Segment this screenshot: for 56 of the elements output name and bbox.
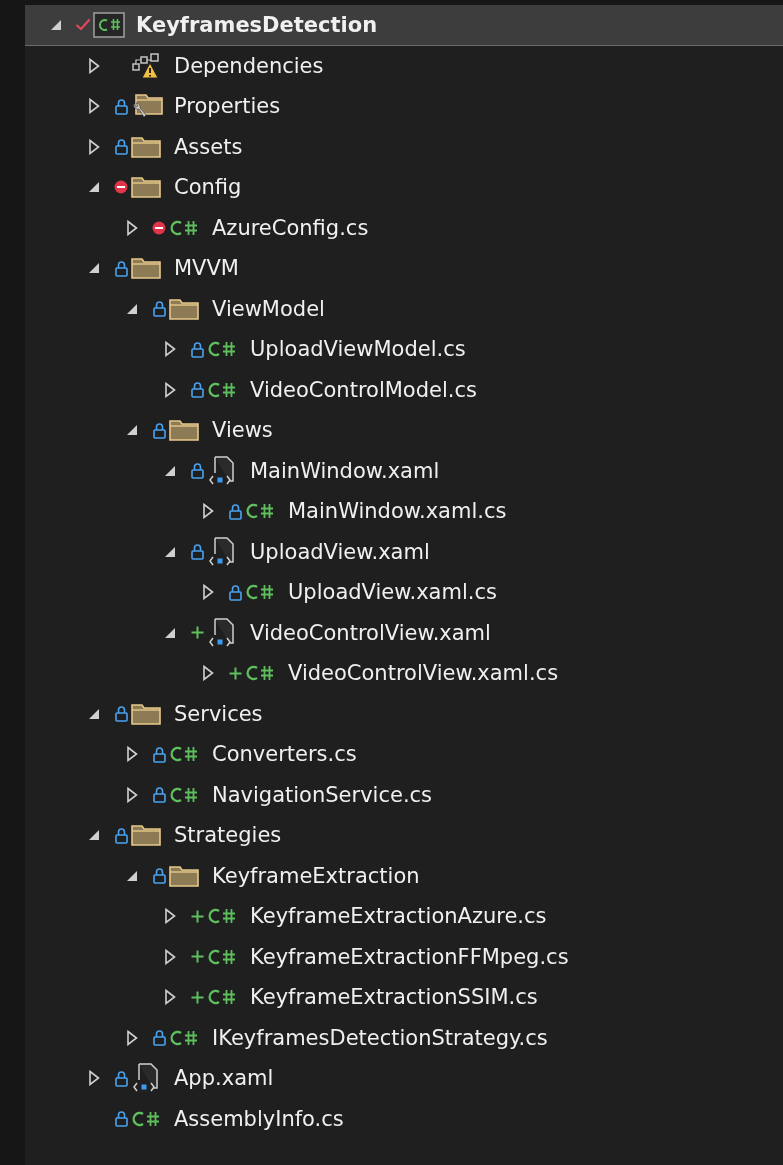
expanded-arrow-icon[interactable] [126,869,138,882]
tree-item-label[interactable]: Config [174,175,242,200]
tree-item-label[interactable]: KeyframeExtractionSSIM.cs [250,985,538,1010]
collapsed-arrow-icon[interactable] [202,503,214,520]
tree-item-label[interactable]: Assets [174,134,243,159]
tree-item-label[interactable]: MainWindow.xaml.cs [288,499,507,524]
collapsed-arrow-icon[interactable] [202,665,214,682]
tree-item-label[interactable]: Services [174,701,263,726]
tree-item-label[interactable]: MainWindow.xaml [250,458,440,483]
collapsed-arrow-icon[interactable] [164,381,176,398]
tree-item-label[interactable]: NavigationService.cs [212,782,433,807]
collapsed-arrow-icon[interactable] [164,341,176,358]
tree-item-label[interactable]: Converters.cs [212,742,357,767]
tree-item-label[interactable]: ViewModel [212,296,325,321]
tree-item-label[interactable]: Properties [174,94,281,119]
tree-item-label[interactable]: KeyframesDetection [136,12,378,37]
collapsed-arrow-icon[interactable] [88,138,100,155]
collapsed-arrow-icon[interactable] [88,98,100,115]
selected-tree-row[interactable]: KeyframesDetection [25,5,783,46]
tree-item-label[interactable]: MVVM [174,256,239,281]
tree-item-label[interactable]: KeyframeExtraction [212,863,420,888]
expanded-arrow-icon[interactable] [164,545,176,558]
collapsed-arrow-icon[interactable] [126,1029,138,1046]
tree-item-label[interactable]: Strategies [174,823,282,848]
expanded-arrow-icon[interactable] [88,829,100,842]
tree-item-label[interactable]: KeyframeExtractionFFMpeg.cs [250,944,569,969]
tree-item-label[interactable]: VideoControlView.xaml.cs [288,661,559,686]
expanded-arrow-icon[interactable] [88,262,100,275]
tree-item-label[interactable]: UploadView.xaml [250,539,430,564]
collapsed-arrow-icon[interactable] [88,1070,100,1087]
expanded-arrow-icon[interactable] [164,626,176,639]
expanded-arrow-icon[interactable] [126,302,138,315]
collapsed-arrow-icon[interactable] [164,908,176,925]
collapsed-arrow-icon[interactable] [164,989,176,1006]
tree-item-label[interactable]: AzureConfig.cs [212,215,369,240]
collapsed-arrow-icon[interactable] [164,948,176,965]
expanded-arrow-icon[interactable] [88,181,100,194]
collapsed-arrow-icon[interactable] [126,219,138,236]
expanded-arrow-icon[interactable] [88,707,100,720]
tree-item-label[interactable]: UploadView.xaml.cs [288,580,497,605]
expanded-arrow-icon[interactable] [50,18,62,31]
collapsed-arrow-icon[interactable] [202,584,214,601]
tree-item-label[interactable]: App.xaml [174,1066,274,1091]
collapsed-arrow-icon[interactable] [126,746,138,763]
tree-item-label[interactable]: KeyframeExtractionAzure.cs [250,904,547,929]
tree-item-label[interactable]: VideoControlModel.cs [250,377,477,402]
tree-item-label[interactable]: Dependencies [174,53,324,78]
collapsed-arrow-icon[interactable] [126,786,138,803]
expanded-arrow-icon[interactable] [164,464,176,477]
expanded-arrow-icon[interactable] [126,424,138,437]
tree-item-label[interactable]: AssemblyInfo.cs [174,1106,344,1131]
tree-item-label[interactable]: Views [212,418,273,443]
tree-item-label[interactable]: VideoControlView.xaml [250,620,491,645]
tree-item-label[interactable]: UploadViewModel.cs [250,337,466,362]
collapsed-arrow-icon[interactable] [88,57,100,74]
tree-item-label[interactable]: IKeyframesDetectionStrategy.cs [212,1025,548,1050]
